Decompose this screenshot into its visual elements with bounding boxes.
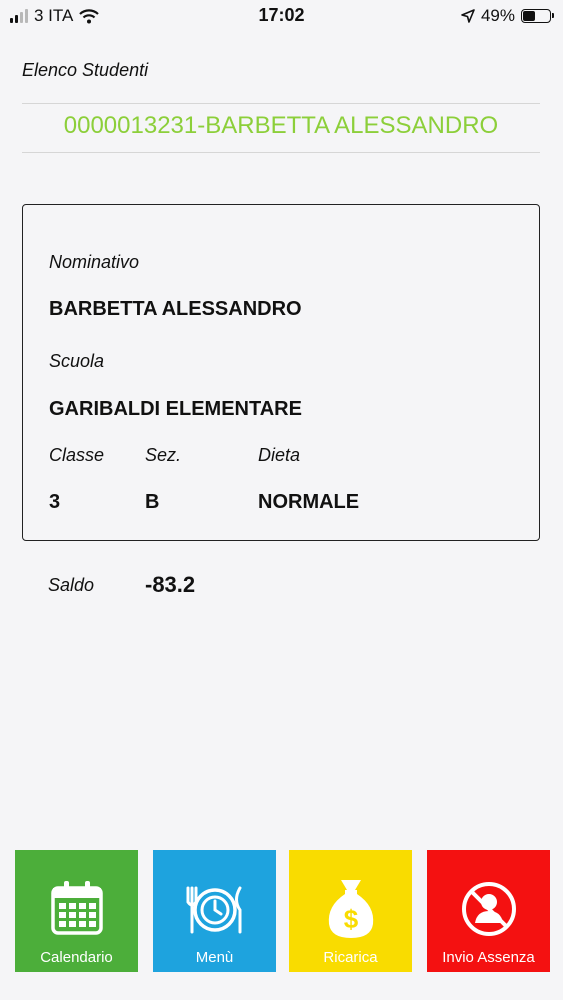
calendar-icon (50, 881, 103, 935)
battery-percent: 49% (480, 6, 515, 25)
ricarica-button[interactable]: $ Ricarica (289, 850, 412, 972)
absence-icon (461, 882, 516, 936)
location-arrow-icon (461, 9, 475, 23)
battery-icon (521, 9, 554, 23)
scuola-label: Scuola (49, 351, 105, 371)
calendario-label: Calendario (40, 949, 113, 966)
svg-text:$: $ (343, 904, 358, 934)
divider (22, 103, 540, 104)
nominativo-label: Nominativo (49, 252, 140, 272)
menu-label: Menù (195, 949, 234, 966)
sez-value: B (145, 491, 160, 513)
saldo-label: Saldo (48, 575, 95, 595)
dieta-label: Dieta (258, 445, 301, 465)
status-bar: 3 ITA 17:02 49% (0, 0, 563, 34)
ricarica-label: Ricarica (323, 949, 378, 966)
classe-label: Classe (49, 445, 105, 465)
sez-label: Sez. (145, 445, 182, 465)
battery-level (523, 11, 535, 21)
nominativo-value: BARBETTA ALESSANDRO (49, 298, 302, 320)
student-info-card: Nominativo BARBETTA ALESSANDRO Scuola GA… (22, 204, 540, 541)
classe-value: 3 (49, 491, 61, 513)
student-selector[interactable]: 0000013231-BARBETTA ALESSANDRO (22, 112, 540, 140)
saldo-value: -83.2 (145, 572, 196, 597)
dieta-value: NORMALE (258, 491, 360, 513)
menu-button[interactable]: Menù (153, 850, 276, 972)
scuola-value: GARIBALDI ELEMENTARE (49, 398, 302, 420)
calendario-button[interactable]: Calendario (15, 850, 138, 972)
plate-cutlery-icon (186, 886, 241, 934)
invio-assenza-label: Invio Assenza (442, 949, 535, 966)
divider (22, 152, 540, 153)
page-title: Elenco Studenti (22, 60, 149, 80)
status-right: 49% (461, 6, 554, 26)
money-bag-icon: $ (328, 880, 373, 938)
invio-assenza-button[interactable]: Invio Assenza (427, 850, 550, 972)
